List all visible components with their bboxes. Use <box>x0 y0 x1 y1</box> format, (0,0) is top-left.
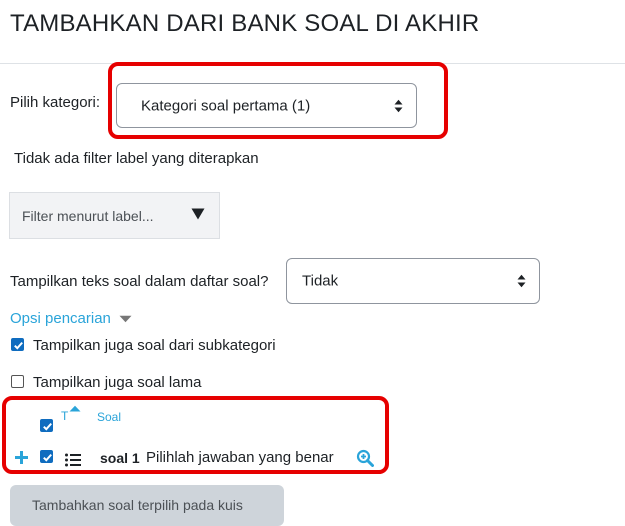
show-text-select[interactable]: Tidak <box>286 258 540 304</box>
subcategories-label: Tampilkan juga soal dari subkategori <box>33 337 276 354</box>
search-options-toggle[interactable]: Opsi pencarian <box>10 310 132 330</box>
add-selected-label: Tambahkan soal terpilih pada kuis <box>32 497 243 513</box>
label-filter-input[interactable]: Filter menurut label... <box>9 192 220 239</box>
filter-placeholder: Filter menurut label... <box>22 208 154 224</box>
caret-down-icon <box>119 315 132 322</box>
show-text-selected-value: Tidak <box>302 272 339 290</box>
subcategories-checkbox[interactable] <box>11 338 24 351</box>
add-selected-questions-button[interactable]: Tambahkan soal terpilih pada kuis <box>10 485 284 526</box>
dropdown-triangle-icon[interactable] <box>191 208 205 220</box>
category-highlight-box <box>108 62 448 139</box>
category-label: Pilih kategori: <box>10 94 101 111</box>
select-arrows-icon <box>517 274 526 288</box>
show-text-label: Tampilkan teks soal dalam daftar soal? <box>10 273 269 290</box>
old-questions-label: Tampilkan juga soal lama <box>33 374 202 391</box>
page-title: TAMBAHKAN DARI BANK SOAL DI AKHIR <box>10 10 480 37</box>
question-list-highlight-box <box>2 396 389 474</box>
filter-status-text: Tidak ada filter label yang diterapkan <box>14 150 259 167</box>
old-questions-checkbox[interactable] <box>11 375 24 388</box>
search-options-link[interactable]: Opsi pencarian <box>10 310 111 327</box>
checkmark-icon <box>14 341 23 350</box>
